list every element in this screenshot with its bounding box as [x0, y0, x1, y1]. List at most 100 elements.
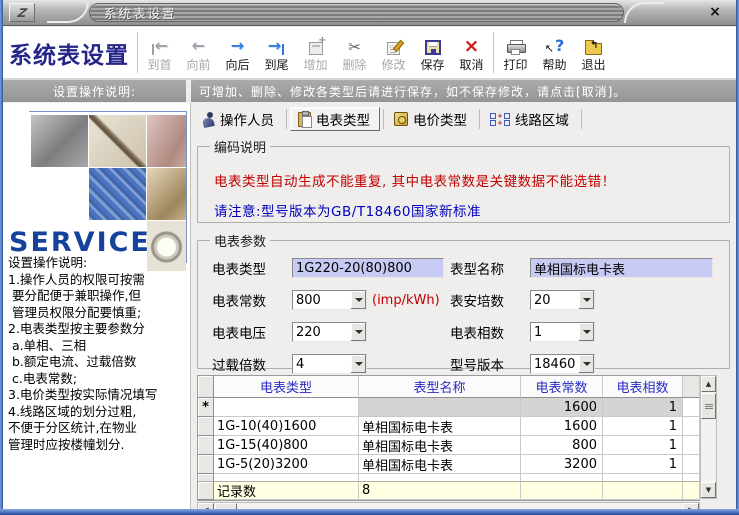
- goto-last-button[interactable]: → 到尾: [257, 27, 296, 78]
- cell-phases[interactable]: 1: [603, 436, 683, 455]
- table-row[interactable]: 1G-15(40)800 单相国标电卡表 800 1: [198, 436, 700, 455]
- table-row[interactable]: 1G-10(40)1600 单相国标电卡表 1600 1: [198, 417, 700, 436]
- voltage-dropdown[interactable]: 220: [292, 322, 367, 342]
- cell-meter-type[interactable]: 1G-15(40)800: [214, 436, 359, 455]
- add-record-button[interactable]: 增加: [296, 27, 335, 78]
- cell-meter-type[interactable]: 1G-5(20)3200: [214, 455, 359, 474]
- cell-phases[interactable]: 1: [603, 417, 683, 436]
- delete-record-icon: ✂: [348, 37, 361, 56]
- tab-price-type[interactable]: 电价类型: [387, 107, 476, 131]
- row-marker[interactable]: [198, 436, 214, 455]
- row-marker[interactable]: *: [198, 398, 214, 417]
- print-button[interactable]: 打印: [496, 27, 535, 78]
- meter-constant-dropdown[interactable]: 800: [292, 290, 367, 310]
- amperage-dropdown[interactable]: 20: [530, 290, 595, 310]
- window-frame: [0, 0, 3, 515]
- overload-dropdown[interactable]: 4: [292, 354, 367, 374]
- tab-separator: [580, 109, 582, 129]
- chevron-down-icon[interactable]: [578, 291, 594, 309]
- cancel-button[interactable]: × 取消: [452, 27, 491, 78]
- main-region: SERVICE 设置操作说明: 1.操作人员的权限可按需 要分配便于兼职操作,但…: [3, 103, 736, 515]
- scroll-up-icon[interactable]: ▲: [701, 376, 716, 392]
- coding-warning-text: 电表类型自动生成不能重复, 其中电表常数是关键数据不能选错！: [214, 174, 616, 190]
- overload-label: 过载倍数: [212, 358, 266, 374]
- line-area-icon: + +: [490, 112, 510, 126]
- print-icon: [507, 35, 526, 55]
- meter-type-label: 电表类型: [212, 262, 266, 278]
- tab-operators[interactable]: 操作人员: [195, 107, 283, 131]
- cell-constant[interactable]: 3200: [521, 455, 603, 474]
- goto-first-button[interactable]: ← 到首: [140, 27, 179, 78]
- chevron-down-icon[interactable]: [350, 355, 366, 373]
- toolbar-separator: [493, 32, 494, 73]
- model-name-label: 表型名称: [450, 262, 504, 278]
- row-marker[interactable]: [198, 455, 214, 474]
- meter-type-field[interactable]: 1G220-20(80)800: [292, 258, 444, 278]
- table-row[interactable]: 1G-5(20)3200 单相国标电卡表 3200 1: [198, 455, 700, 474]
- phases-dropdown[interactable]: 1: [530, 322, 595, 342]
- sidebar-header: 设置操作说明:: [3, 80, 191, 102]
- cell-phases[interactable]: 1: [603, 455, 683, 474]
- col-header-meter-type[interactable]: 电表类型: [214, 376, 359, 398]
- phases-label: 电表相数: [450, 326, 504, 342]
- titlebar-swoosh-left: [47, 2, 89, 23]
- exit-button[interactable]: ↰ 退出: [574, 27, 613, 78]
- cell-meter-type[interactable]: 1G-10(40)1600: [214, 417, 359, 436]
- cell-constant[interactable]: 1600: [521, 398, 603, 417]
- row-marker[interactable]: [198, 417, 214, 436]
- help-icon: ↖?: [544, 35, 565, 55]
- app-logo-icon: Z: [9, 3, 35, 22]
- coding-standard-note: 请注意:型号版本为GB/T18460国家新标准: [214, 204, 482, 220]
- chevron-down-icon[interactable]: [578, 323, 594, 341]
- vertical-scrollbar[interactable]: ▲ ▼: [700, 375, 717, 499]
- chevron-down-icon[interactable]: [578, 355, 594, 373]
- next-button[interactable]: → 向后: [218, 27, 257, 78]
- model-version-dropdown[interactable]: 18460: [530, 354, 595, 374]
- model-name-field[interactable]: 单相国标电卡表: [530, 258, 713, 278]
- previous-button[interactable]: ← 向前: [179, 27, 218, 78]
- help-button[interactable]: ↖? 帮助: [535, 27, 574, 78]
- cell-phases[interactable]: 1: [603, 398, 683, 417]
- meter-type-icon: [298, 110, 312, 128]
- save-button[interactable]: 保存: [413, 27, 452, 78]
- table-row-new[interactable]: * 1600 1: [198, 398, 700, 417]
- exit-icon: ↰: [585, 35, 602, 55]
- photo-keyboard: [89, 168, 146, 220]
- content-panel: 操作人员 电表类型 电价类型 + + 线路区域 编码说明 电表类型自动生成不能重…: [191, 103, 736, 515]
- scroll-down-icon[interactable]: ▼: [701, 482, 716, 498]
- cell-constant[interactable]: 1600: [521, 417, 603, 436]
- titlebar[interactable]: Z 系统表设置 ×: [3, 0, 736, 26]
- tab-line-area[interactable]: + + 线路区域: [483, 107, 578, 131]
- col-header-model-name[interactable]: 表型名称: [359, 376, 521, 398]
- table-grid: 电表类型 表型名称 电表常数 电表相数 * 1600 1 1G-10(40)16…: [197, 375, 700, 501]
- next-icon: →: [230, 35, 245, 55]
- coding-notes-legend: 编码说明: [214, 141, 267, 156]
- goto-first-icon: ←: [151, 35, 168, 55]
- chevron-down-icon[interactable]: [350, 291, 366, 309]
- delete-record-button[interactable]: ✂ 删除: [335, 27, 374, 78]
- cell-model-name[interactable]: 单相国标电卡表: [359, 455, 521, 474]
- model-version-label: 型号版本: [450, 358, 504, 374]
- cell-meter-type[interactable]: [214, 398, 359, 417]
- collage-border-line: [29, 111, 187, 112]
- cell-model-name[interactable]: 单相国标电卡表: [359, 436, 521, 455]
- collage-border-line: [186, 111, 187, 263]
- cell-model-name[interactable]: 单相国标电卡表: [359, 417, 521, 436]
- col-header-constant[interactable]: 电表常数: [521, 376, 603, 398]
- cancel-icon: ×: [463, 34, 480, 57]
- chevron-down-icon[interactable]: [350, 323, 366, 341]
- cell-model-name[interactable]: [359, 398, 521, 417]
- close-button[interactable]: ×: [706, 4, 724, 20]
- col-header-phases[interactable]: 电表相数: [603, 376, 683, 398]
- goto-last-icon: →: [268, 35, 285, 55]
- service-wordmark: SERVICE: [9, 227, 151, 258]
- vertical-scroll-thumb[interactable]: [701, 393, 716, 419]
- app-window: Z 系统表设置 × 系统表设置 ← 到首 ← 向前 → 向后 → 到尾 增加: [0, 0, 739, 515]
- table-empty-row: [198, 474, 700, 481]
- tab-bar: 操作人员 电表类型 电价类型 + + 线路区域: [195, 105, 736, 133]
- titlebar-swoosh-right: [624, 2, 664, 23]
- modify-record-button[interactable]: 修改: [374, 27, 413, 78]
- record-count-value: 8: [359, 481, 521, 500]
- tab-meter-type[interactable]: 电表类型: [290, 107, 380, 131]
- cell-constant[interactable]: 800: [521, 436, 603, 455]
